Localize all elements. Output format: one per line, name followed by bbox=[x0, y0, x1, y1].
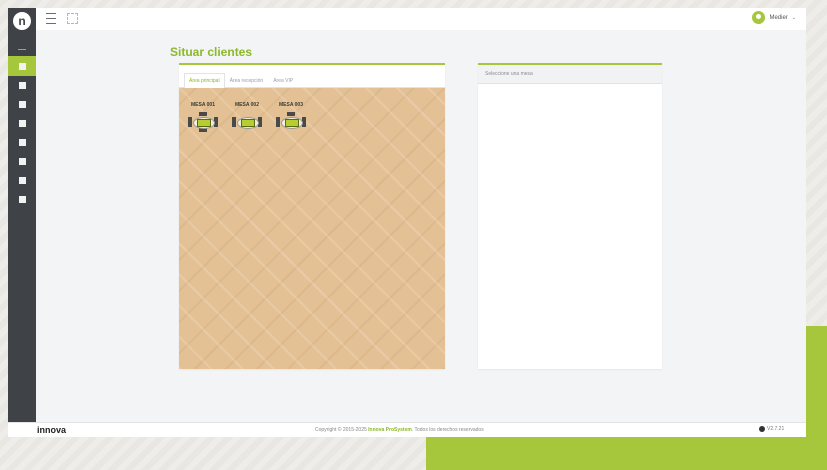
sidebar: n bbox=[8, 8, 36, 422]
brand-link[interactable]: Innova ProSystem bbox=[368, 427, 412, 433]
table-marker bbox=[285, 119, 299, 127]
sidebar-item-impresion[interactable] bbox=[8, 170, 36, 190]
chair-icon bbox=[199, 112, 207, 116]
tab-area-vip[interactable]: Área VIP bbox=[268, 73, 298, 88]
fullscreen-icon[interactable] bbox=[67, 13, 78, 24]
chevron-down-icon: ⌄ bbox=[791, 14, 796, 21]
table-label: MESA 003 bbox=[279, 102, 303, 108]
tab-area-principal[interactable]: Área principal bbox=[184, 73, 225, 88]
table-detail-panel: Seleccione una mesa bbox=[478, 63, 662, 369]
sidebar-item-documentos[interactable] bbox=[8, 132, 36, 152]
sidebar-item-datos[interactable] bbox=[8, 151, 36, 171]
chair-icon bbox=[232, 117, 236, 127]
page-title: Situar clientes bbox=[170, 45, 253, 59]
chair-icon bbox=[188, 117, 192, 127]
chair-icon bbox=[287, 112, 295, 116]
top-bar: Medier ⌄ bbox=[36, 8, 806, 30]
database-icon bbox=[18, 157, 26, 165]
floor-plan: MESA 001 MESA 002 MESA 003 bbox=[179, 88, 445, 369]
user-name: Medier bbox=[769, 14, 788, 21]
shield-icon bbox=[18, 195, 26, 203]
panel-header: Seleccione una mesa bbox=[478, 65, 662, 84]
chair-icon bbox=[276, 117, 280, 127]
tab-area-recepcion[interactable]: Área recepción bbox=[225, 73, 269, 88]
table-mesa-002[interactable]: MESA 002 bbox=[230, 102, 264, 138]
building-icon bbox=[18, 119, 26, 127]
user-menu[interactable]: Medier ⌄ bbox=[752, 11, 796, 24]
menu-toggle-icon[interactable] bbox=[46, 13, 56, 24]
sidebar-item-empresa[interactable] bbox=[8, 113, 36, 133]
chart-icon bbox=[18, 100, 26, 108]
footer-logo: innova bbox=[37, 425, 67, 435]
document-icon bbox=[18, 138, 26, 146]
table-mesa-001[interactable]: MESA 001 bbox=[186, 102, 220, 138]
sidebar-item-clientes[interactable] bbox=[8, 56, 36, 76]
footer: innova Copyright © 2015-2025 Innova ProS… bbox=[8, 422, 806, 437]
copyright-suffix: . Todos los derechos reservados bbox=[411, 427, 484, 433]
app-logo-icon[interactable]: n bbox=[13, 12, 31, 30]
area-tabs: Área principal Área recepción Área VIP bbox=[179, 65, 445, 88]
table-icon bbox=[188, 109, 218, 135]
sidebar-item-inicio[interactable] bbox=[8, 75, 36, 95]
footer-copyright: Copyright © 2015-2025 Innova ProSystem. … bbox=[315, 427, 484, 433]
floor-plan-panel: Área principal Área recepción Área VIP M… bbox=[179, 63, 445, 369]
table-label: MESA 002 bbox=[235, 102, 259, 108]
table-marker bbox=[197, 119, 211, 127]
sidebar-divider bbox=[18, 49, 26, 50]
home-icon bbox=[18, 81, 26, 89]
printer-icon bbox=[18, 176, 26, 184]
table-mesa-003[interactable]: MESA 003 bbox=[274, 102, 308, 138]
table-icon bbox=[232, 109, 262, 135]
app-window: n Medier ⌄ Situar clientes Área principa… bbox=[8, 8, 806, 437]
users-icon bbox=[18, 62, 26, 70]
sidebar-item-seguridad[interactable] bbox=[8, 189, 36, 209]
table-icon bbox=[276, 109, 306, 135]
version-text: V2.7.21 bbox=[767, 426, 785, 432]
avatar bbox=[752, 11, 766, 24]
table-label: MESA 001 bbox=[191, 102, 215, 108]
version-badge: V2.7.21 bbox=[759, 426, 784, 432]
sidebar-item-informes[interactable] bbox=[8, 94, 36, 114]
table-marker bbox=[241, 119, 255, 127]
version-icon bbox=[759, 426, 765, 432]
copyright-text: Copyright © 2015-2025 bbox=[315, 427, 367, 433]
